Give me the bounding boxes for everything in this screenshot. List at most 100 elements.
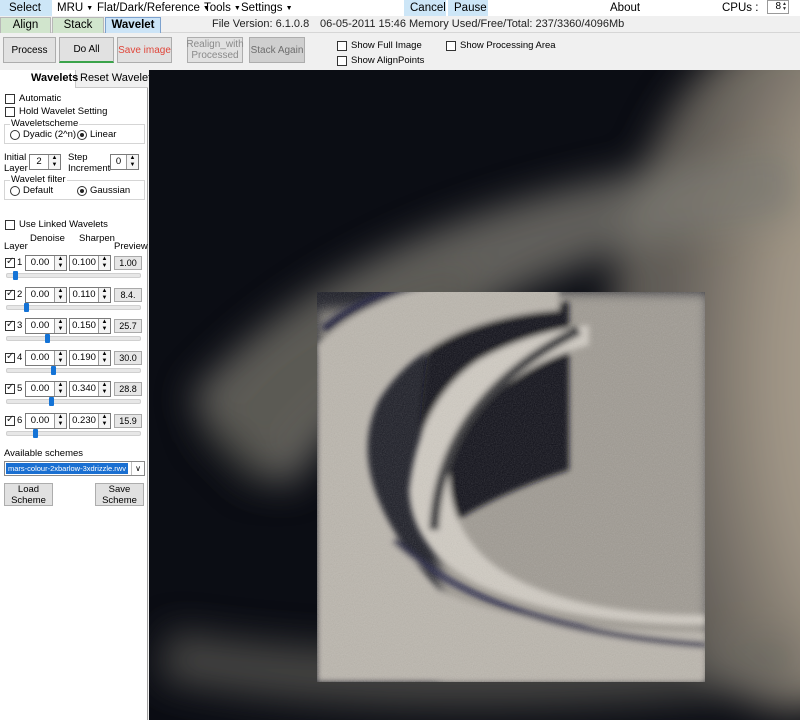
layer-slider[interactable]: [6, 431, 141, 436]
save-scheme-button[interactable]: Save Scheme: [95, 483, 144, 506]
show-full-image-option[interactable]: Show Full Image: [337, 40, 422, 51]
spin-arrows-icon[interactable]: ▲ ▼: [54, 414, 66, 428]
hold-wavelet-checkbox[interactable]: [5, 106, 15, 117]
layer-slider[interactable]: [6, 367, 141, 373]
scheme-select[interactable]: mars-colour-2xbarlow-3xdrizzle.rwv ∨: [4, 461, 145, 476]
layer-slider-thumb[interactable]: [49, 397, 55, 407]
image-viewer[interactable]: [149, 70, 800, 720]
spin-arrows-icon[interactable]: ▲ ▼: [98, 256, 110, 270]
spin-arrows-icon[interactable]: ▲ ▼: [782, 2, 787, 12]
chevron-down-icon[interactable]: ∨: [131, 462, 144, 475]
layer-row: 40.00▲▼0.190▲▼30.0: [4, 349, 144, 366]
cpus-label: CPUs :: [722, 2, 759, 14]
show-alignpoints-checkbox[interactable]: [337, 55, 347, 66]
menu-about[interactable]: About: [606, 0, 644, 16]
use-linked-wavelets-option[interactable]: Use Linked Wavelets: [5, 219, 108, 230]
denoise-spinner[interactable]: 0.00 ▲ ▼: [25, 381, 67, 398]
dyadic-option[interactable]: Dyadic (2^n): [10, 129, 76, 140]
layer-slider[interactable]: [6, 336, 141, 342]
layer-slider-thumb[interactable]: [33, 429, 38, 438]
save-image-button[interactable]: Save image: [117, 37, 172, 63]
spin-arrows-icon[interactable]: ▲ ▼: [98, 382, 110, 397]
spin-arrows-icon[interactable]: ▲ ▼: [126, 155, 138, 169]
show-processing-area-option[interactable]: Show Processing Area: [446, 40, 556, 51]
show-alignpoints-option[interactable]: Show AlignPoints: [337, 55, 424, 66]
linear-radio[interactable]: [77, 129, 87, 140]
hold-wavelet-option[interactable]: Hold Wavelet Setting: [5, 106, 107, 117]
layer-enable-checkbox[interactable]: [5, 414, 15, 426]
dyadic-radio[interactable]: [10, 129, 20, 140]
denoise-spinner[interactable]: 0.00 ▲ ▼: [25, 286, 67, 303]
denoise-spinner[interactable]: 0.00 ▲ ▼: [25, 318, 67, 335]
show-full-image-checkbox[interactable]: [337, 40, 347, 51]
do-all-button[interactable]: Do All: [59, 37, 114, 63]
menu-settings[interactable]: Settings ▼: [237, 0, 297, 16]
preview-value[interactable]: 15.9: [114, 414, 142, 428]
menu-select[interactable]: Select: [0, 0, 52, 16]
spin-arrows-icon[interactable]: ▲ ▼: [54, 350, 66, 365]
tab-wavelets[interactable]: Wavelets: [0, 70, 78, 88]
gaussian-filter-option[interactable]: Gaussian: [77, 185, 130, 196]
cancel-button[interactable]: Cancel: [404, 0, 446, 16]
spin-arrows-icon[interactable]: ▲ ▼: [98, 287, 110, 302]
spin-arrows-icon[interactable]: ▲ ▼: [54, 256, 66, 270]
sharpen-spinner[interactable]: 0.230 ▲ ▼: [69, 413, 111, 429]
menu-flat-dark-reference[interactable]: Flat/Dark/Reference ▼: [93, 0, 214, 16]
layer-slider-thumb[interactable]: [12, 271, 18, 280]
stack-again-button[interactable]: Stack Again: [249, 37, 305, 63]
show-processing-area-checkbox[interactable]: [446, 40, 456, 51]
tab-stack[interactable]: Stack: [52, 17, 104, 33]
spin-arrows-icon[interactable]: ▲ ▼: [98, 414, 110, 428]
sharpen-spinner[interactable]: 0.100 ▲ ▼: [69, 255, 111, 271]
default-filter-radio[interactable]: [10, 185, 20, 196]
layer-slider-thumb[interactable]: [23, 302, 29, 312]
step-increment-spinner[interactable]: 0 ▲ ▼: [110, 154, 139, 170]
tab-align[interactable]: Align: [0, 17, 51, 33]
denoise-spinner[interactable]: 0.00 ▲ ▼: [25, 349, 67, 366]
preview-value[interactable]: 28.8: [114, 382, 142, 397]
spin-arrows-icon[interactable]: ▲ ▼: [48, 155, 60, 169]
layer-slider-thumb[interactable]: [50, 365, 56, 375]
layer-enable-checkbox[interactable]: [5, 319, 15, 332]
sharpen-spinner[interactable]: 0.340 ▲ ▼: [69, 381, 111, 398]
layer-slider-thumb[interactable]: [45, 334, 51, 344]
pause-button[interactable]: Pause: [448, 0, 488, 16]
linear-option[interactable]: Linear: [77, 129, 116, 140]
automatic-option[interactable]: Automatic: [5, 93, 61, 104]
gaussian-filter-radio[interactable]: [77, 185, 87, 196]
spin-arrows-icon[interactable]: ▲ ▼: [98, 350, 110, 365]
spin-arrows-icon[interactable]: ▲ ▼: [54, 319, 66, 334]
cpus-spinner[interactable]: 8 ▲ ▼: [767, 0, 789, 14]
automatic-checkbox[interactable]: [5, 93, 15, 104]
layer-enable-checkbox[interactable]: [5, 288, 15, 300]
use-linked-wavelets-checkbox[interactable]: [5, 219, 15, 230]
preview-value[interactable]: 30.0: [114, 350, 142, 365]
layer-enable-checkbox[interactable]: [5, 382, 15, 395]
tab-reset-wavelets[interactable]: Reset Wavelets: [80, 70, 157, 88]
denoise-spinner[interactable]: 0.00 ▲ ▼: [25, 413, 67, 429]
sharpen-spinner[interactable]: 0.190 ▲ ▼: [69, 349, 111, 366]
sharpen-spinner[interactable]: 0.110 ▲ ▼: [69, 286, 111, 303]
denoise-spinner[interactable]: 0.00 ▲ ▼: [25, 255, 67, 271]
spin-arrows-icon[interactable]: ▲ ▼: [54, 382, 66, 397]
load-scheme-button[interactable]: Load Scheme: [4, 483, 53, 506]
realign-with-processed-button[interactable]: Realign_with Processed: [186, 37, 244, 63]
layer-slider[interactable]: [6, 399, 141, 405]
default-filter-option[interactable]: Default: [10, 185, 53, 196]
preview-value[interactable]: 1.00: [114, 256, 142, 270]
initial-layer-spinner[interactable]: 2 ▲ ▼: [29, 154, 61, 170]
preview-value[interactable]: 25.7: [114, 319, 142, 334]
step-increment-label: Step Increment: [68, 152, 110, 174]
layer-slider[interactable]: [6, 273, 141, 278]
sharpen-spinner[interactable]: 0.150 ▲ ▼: [69, 318, 111, 335]
process-button[interactable]: Process: [3, 37, 56, 63]
load-scheme-line1: Load: [17, 483, 40, 495]
menu-mru[interactable]: MRU ▼: [53, 0, 97, 16]
layer-enable-checkbox[interactable]: [5, 351, 15, 363]
tab-wavelet[interactable]: Wavelet: [105, 17, 161, 33]
layer-number: 6: [17, 415, 23, 426]
spin-arrows-icon[interactable]: ▲ ▼: [54, 287, 66, 302]
layer-enable-checkbox[interactable]: [5, 256, 15, 268]
preview-value[interactable]: 8.4.: [114, 287, 142, 302]
spin-arrows-icon[interactable]: ▲ ▼: [98, 319, 110, 334]
